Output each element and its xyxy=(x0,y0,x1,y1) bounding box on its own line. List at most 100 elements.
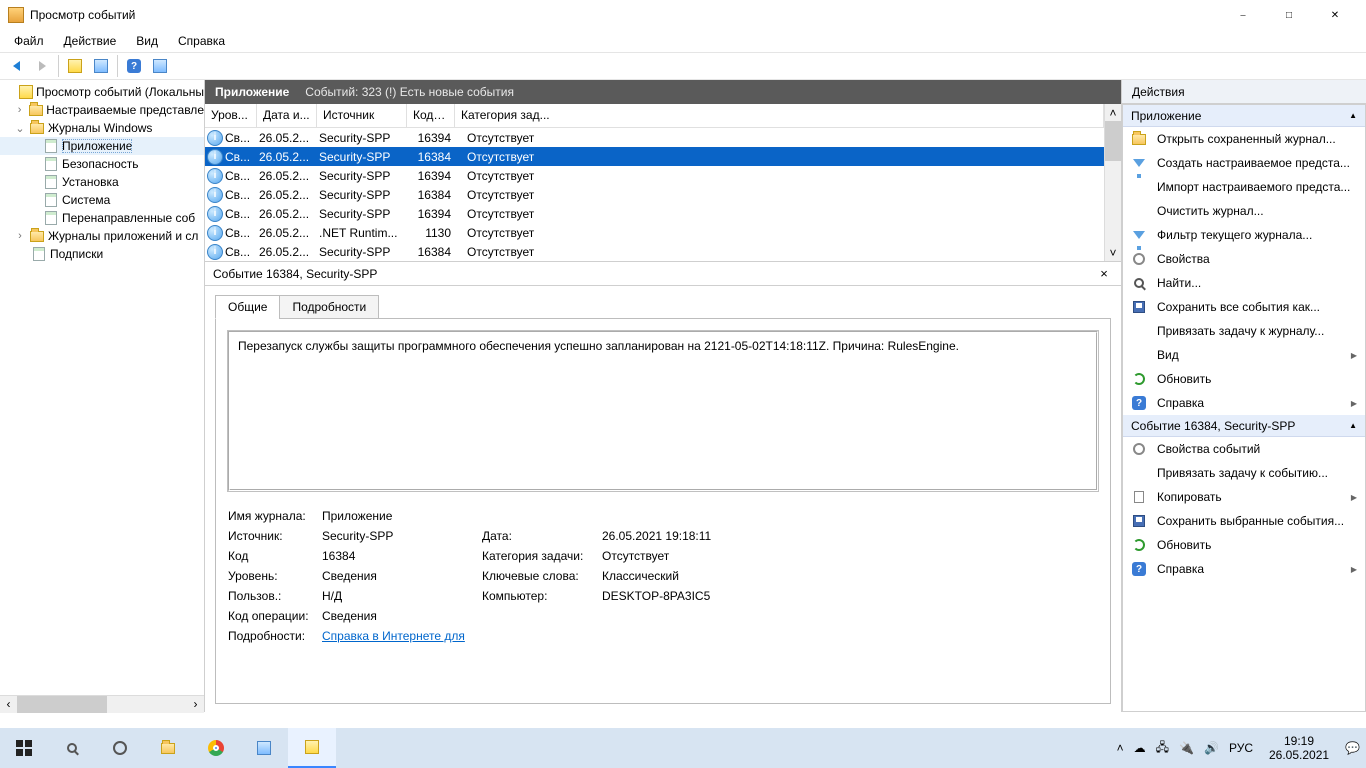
menu-file[interactable]: Файл xyxy=(6,32,52,50)
scroll-left-icon[interactable]: ‹ xyxy=(0,696,17,713)
taskbar-cortana[interactable] xyxy=(96,728,144,768)
col-source[interactable]: Источник xyxy=(317,104,407,127)
tree-subscriptions[interactable]: Подписки xyxy=(0,245,204,263)
tray-network-icon[interactable]: 🖧 xyxy=(1156,738,1169,759)
back-button[interactable] xyxy=(4,54,28,78)
info-icon: i xyxy=(207,187,223,203)
forward-button[interactable] xyxy=(30,54,54,78)
action-view[interactable]: Вид▶ xyxy=(1123,343,1365,367)
action-copy[interactable]: Копировать▶ xyxy=(1123,485,1365,509)
scroll-right-icon[interactable]: › xyxy=(187,696,204,713)
event-vscroll[interactable]: ˄ ˅ xyxy=(1104,104,1121,261)
toolbar-btn-1[interactable] xyxy=(63,54,87,78)
close-button[interactable]: ✕ xyxy=(1312,0,1358,30)
event-row[interactable]: iСв...26.05.2...Security-SPP16394Отсутст… xyxy=(205,128,1104,147)
center-header: Приложение Событий: 323 (!) Есть новые с… xyxy=(205,80,1121,104)
tray-clock[interactable]: 19:19 26.05.2021 xyxy=(1263,734,1335,762)
tray-lang[interactable]: РУС xyxy=(1229,741,1253,755)
event-row[interactable]: iСв...26.05.2....NET Runtim...1130Отсутс… xyxy=(205,223,1104,242)
prop-kw-k: Ключевые слова: xyxy=(482,569,602,583)
action-refresh-2[interactable]: Обновить xyxy=(1123,533,1365,557)
toolbar-btn-2[interactable] xyxy=(89,54,113,78)
col-category[interactable]: Категория зад... xyxy=(455,104,1104,127)
tray-date: 26.05.2021 xyxy=(1269,748,1329,762)
collapse-icon: ▲ xyxy=(1349,111,1357,120)
action-refresh[interactable]: Обновить xyxy=(1123,367,1365,391)
action-properties[interactable]: Свойства xyxy=(1123,247,1365,271)
toolbar-btn-3[interactable]: ? xyxy=(122,54,146,78)
col-code[interactable]: Код с... xyxy=(407,104,455,127)
action-save-all[interactable]: Сохранить все события как... xyxy=(1123,295,1365,319)
prop-user-v: Н/Д xyxy=(322,589,482,603)
tray-volume-icon[interactable]: 🔊 xyxy=(1204,741,1219,755)
menu-view[interactable]: Вид xyxy=(128,32,166,50)
action-create-custom[interactable]: Создать настраиваемое предста... xyxy=(1123,151,1365,175)
start-button[interactable] xyxy=(0,728,48,768)
center-pane: Приложение Событий: 323 (!) Есть новые с… xyxy=(205,80,1122,712)
action-filter-log[interactable]: Фильтр текущего журнала... xyxy=(1123,223,1365,247)
action-attach-task-event[interactable]: Привязать задачу к событию... xyxy=(1123,461,1365,485)
submenu-icon: ▶ xyxy=(1351,351,1357,360)
col-date[interactable]: Дата и... xyxy=(257,104,317,127)
action-event-props[interactable]: Свойства событий xyxy=(1123,437,1365,461)
taskbar-eventvwr[interactable] xyxy=(288,728,336,768)
event-row[interactable]: iСв...26.05.2...Security-SPP16384Отсутст… xyxy=(205,185,1104,204)
event-description: Перезапуск службы защиты программного об… xyxy=(228,331,1098,491)
tray-onedrive-icon[interactable]: ☁ xyxy=(1134,741,1146,755)
action-help-2[interactable]: ?Справка▶ xyxy=(1123,557,1365,581)
action-save-selected[interactable]: Сохранить выбранные события... xyxy=(1123,509,1365,533)
tab-details[interactable]: Подробности xyxy=(279,295,379,319)
scroll-thumb[interactable] xyxy=(1105,121,1122,161)
prop-cat-v: Отсутствует xyxy=(602,549,1098,563)
tree-forwarded[interactable]: Перенаправленные соб xyxy=(0,209,204,227)
scroll-down-icon[interactable]: ˅ xyxy=(1105,244,1121,261)
info-icon: i xyxy=(207,149,223,165)
actions-section-event[interactable]: Событие 16384, Security-SPP▲ xyxy=(1123,415,1365,437)
submenu-icon: ▶ xyxy=(1351,493,1357,502)
menu-help[interactable]: Справка xyxy=(170,32,233,50)
tree-app-services[interactable]: ›Журналы приложений и сл xyxy=(0,227,204,245)
taskbar-app-1[interactable] xyxy=(240,728,288,768)
tray-up-icon[interactable]: ˄ xyxy=(1117,741,1124,755)
tree-root[interactable]: Просмотр событий (Локальны xyxy=(0,83,204,101)
taskbar-chrome[interactable] xyxy=(192,728,240,768)
toolbar-btn-4[interactable] xyxy=(148,54,172,78)
taskbar: ˄ ☁ 🖧 🔌 🔊 РУС 19:19 26.05.2021 💬 xyxy=(0,728,1366,768)
help-link[interactable]: Справка в Интернете для xyxy=(322,629,465,643)
tree-application[interactable]: Приложение xyxy=(0,137,204,155)
action-import-custom[interactable]: Импорт настраиваемого предста... xyxy=(1123,175,1365,199)
tray-notifications-icon[interactable]: 💬 xyxy=(1345,741,1360,755)
tree-system[interactable]: Система xyxy=(0,191,204,209)
tree-custom-views[interactable]: ›Настраиваемые представле xyxy=(0,101,204,119)
taskbar-explorer[interactable] xyxy=(144,728,192,768)
tree-hscroll[interactable]: ‹ › xyxy=(0,695,204,712)
prop-computer-k: Компьютер: xyxy=(482,589,602,603)
tree-windows-logs[interactable]: ⌄Журналы Windows xyxy=(0,119,204,137)
prop-computer-v: DESKTOP-8PA3IC5 xyxy=(602,589,1098,603)
event-row[interactable]: iСв...26.05.2...Security-SPP16384Отсутст… xyxy=(205,242,1104,261)
prop-opcode-v: Сведения xyxy=(322,609,482,623)
action-open-saved[interactable]: Открыть сохраненный журнал... xyxy=(1123,127,1365,151)
scroll-up-icon[interactable]: ˄ xyxy=(1105,104,1121,121)
action-attach-task-log[interactable]: Привязать задачу к журналу... xyxy=(1123,319,1365,343)
event-row[interactable]: iСв...26.05.2...Security-SPP16384Отсутст… xyxy=(205,147,1104,166)
detail-close-button[interactable]: × xyxy=(1095,266,1113,281)
event-row[interactable]: iСв...26.05.2...Security-SPP16394Отсутст… xyxy=(205,166,1104,185)
action-help[interactable]: ?Справка▶ xyxy=(1123,391,1365,415)
maximize-button[interactable]: □ xyxy=(1266,0,1312,30)
taskbar-search[interactable] xyxy=(48,728,96,768)
detail-header: Событие 16384, Security-SPP × xyxy=(205,262,1121,286)
action-find[interactable]: Найти... xyxy=(1123,271,1365,295)
tree-setup[interactable]: Установка xyxy=(0,173,204,191)
scroll-thumb[interactable] xyxy=(17,696,107,713)
minimize-button[interactable]: – xyxy=(1220,0,1266,30)
menu-action[interactable]: Действие xyxy=(56,32,125,50)
tree-security[interactable]: Безопасность xyxy=(0,155,204,173)
tab-general[interactable]: Общие xyxy=(215,295,280,319)
tray-power-icon[interactable]: 🔌 xyxy=(1179,741,1194,755)
actions-section-app[interactable]: Приложение▲ xyxy=(1123,105,1365,127)
tree-pane: Просмотр событий (Локальны ›Настраиваемы… xyxy=(0,80,205,712)
action-clear-log[interactable]: Очистить журнал... xyxy=(1123,199,1365,223)
event-row[interactable]: iСв...26.05.2...Security-SPP16394Отсутст… xyxy=(205,204,1104,223)
col-level[interactable]: Уров... xyxy=(205,104,257,127)
